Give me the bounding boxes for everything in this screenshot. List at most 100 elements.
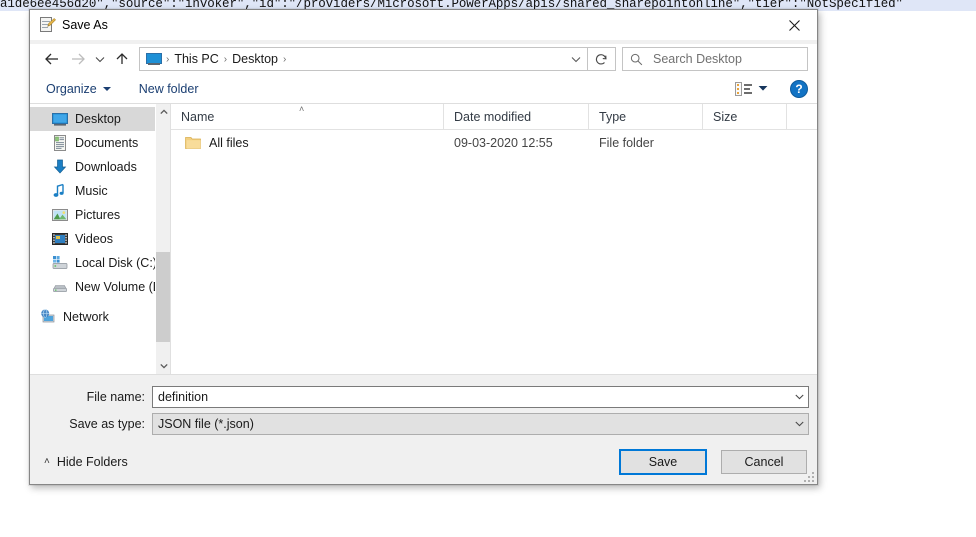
file-name-value: definition (158, 390, 209, 404)
help-icon[interactable]: ? (790, 79, 808, 98)
file-name-chevron-down-icon[interactable] (791, 387, 808, 407)
refresh-icon[interactable] (588, 47, 616, 71)
videos-icon (52, 231, 68, 247)
save-as-type-chevron-down-icon[interactable] (791, 414, 808, 434)
sidebar-item-label: Desktop (75, 112, 121, 126)
sort-ascending-icon: ˄ (299, 103, 305, 114)
sidebar-item-network[interactable]: Network (30, 305, 170, 329)
save-form: File name: definition Save as type: JSON… (30, 375, 817, 440)
column-label: Size (713, 109, 738, 124)
local-disk-icon (52, 255, 68, 271)
column-header-type[interactable]: Type (589, 103, 703, 130)
sidebar-item-videos[interactable]: Videos (30, 227, 170, 251)
navigation-bar: › This PC › Desktop › Search Desktop (30, 44, 817, 74)
search-placeholder: Search Desktop (653, 52, 742, 66)
sidebar-item-downloads[interactable]: Downloads (30, 155, 170, 179)
pictures-icon (52, 207, 68, 223)
address-bar[interactable]: › This PC › Desktop › (139, 47, 588, 71)
breadcrumb-separator: › (283, 53, 287, 65)
breadcrumb-separator: › (166, 53, 170, 65)
sidebar-item-label: Local Disk (C:) (75, 256, 157, 270)
chevron-up-icon: ˄ (44, 456, 50, 467)
cancel-label: Cancel (744, 455, 784, 469)
close-icon[interactable] (771, 10, 817, 40)
save-as-type-value: JSON file (*.json) (158, 417, 254, 431)
sidebar-scrollbar[interactable] (155, 104, 170, 374)
save-button[interactable]: Save (619, 449, 707, 475)
sidebar-item-local-disk-c[interactable]: Local Disk (C:) (30, 251, 170, 275)
view-options-button[interactable] (735, 81, 768, 96)
drive-icon (52, 279, 68, 295)
hide-folders-label: Hide Folders (56, 455, 128, 469)
file-name-input[interactable]: definition (152, 386, 809, 408)
command-bar-right: ? (735, 79, 808, 98)
sidebar-item-pictures[interactable]: Pictures (30, 203, 170, 227)
cancel-button[interactable]: Cancel (721, 450, 807, 474)
address-chevron-down-icon[interactable] (565, 48, 587, 70)
breadcrumb-desktop[interactable]: Desktop (229, 52, 281, 66)
save-as-type-label: Save as type: (69, 417, 145, 431)
forward-icon[interactable] (65, 46, 91, 72)
file-name-label: All files (209, 136, 249, 150)
sidebar-item-label: Downloads (75, 160, 137, 174)
save-as-type-row: Save as type: JSON file (*.json) (30, 413, 817, 435)
file-list-pane: Name ˄ Date modified Type Size All files… (170, 103, 817, 374)
new-folder-button[interactable]: New folder (132, 79, 206, 99)
sidebar-item-documents[interactable]: Documents (30, 131, 170, 155)
this-pc-icon (146, 51, 162, 67)
sidebar-item-label: Documents (75, 136, 139, 150)
view-chevron-down-icon[interactable] (758, 85, 768, 92)
sidebar-item-label: Music (75, 184, 108, 198)
browse-area: Desktop Documents Downloads Music Pictur… (30, 103, 817, 375)
list-view-icon (735, 81, 752, 96)
sidebar-item-label: Pictures (75, 208, 121, 222)
dialog-footer: ˄ Hide Folders Save Cancel (30, 440, 817, 484)
save-as-dialog: Save As › This PC › Desktop › Search Des… (29, 9, 818, 485)
organize-button[interactable]: Organize (39, 79, 118, 99)
navigation-pane: Desktop Documents Downloads Music Pictur… (30, 104, 170, 374)
network-icon (40, 309, 56, 325)
sidebar-item-label: Network (63, 310, 109, 324)
scroll-down-icon[interactable] (156, 358, 170, 374)
notepad-edit-icon (39, 17, 56, 33)
column-label: Date modified (454, 109, 532, 124)
documents-icon (52, 135, 68, 151)
dialog-title: Save As (62, 18, 108, 32)
save-as-type-select[interactable]: JSON file (*.json) (152, 413, 809, 435)
file-name-row: File name: definition (30, 386, 817, 408)
back-icon[interactable] (39, 46, 65, 72)
column-label: Name (181, 109, 215, 124)
sidebar-item-desktop[interactable]: Desktop (30, 107, 170, 131)
sidebar-item-music[interactable]: Music (30, 179, 170, 203)
sidebar-item-label: New Volume (D: (75, 280, 166, 294)
new-folder-label: New folder (138, 81, 199, 96)
dialog-buttons: Save Cancel (619, 449, 807, 475)
column-header-date-modified[interactable]: Date modified (444, 103, 589, 130)
cell-date-modified: 09-03-2020 12:55 (454, 136, 553, 150)
table-row[interactable]: All files 09-03-2020 12:55 File folder (171, 130, 817, 156)
scrollbar-thumb[interactable] (156, 252, 170, 342)
resize-grip[interactable] (802, 470, 814, 482)
column-label: Type (599, 109, 627, 124)
pencil-glyph (47, 18, 56, 27)
recent-locations-chevron-down-icon[interactable] (91, 46, 109, 72)
folder-icon (185, 136, 201, 150)
cell-type: File folder (599, 136, 654, 150)
column-header-size[interactable]: Size (703, 103, 787, 130)
file-name-label: File name: (86, 390, 145, 404)
downloads-icon (52, 159, 68, 175)
column-header-name[interactable]: Name ˄ (171, 103, 444, 130)
help-label: ? (795, 81, 803, 96)
search-input[interactable]: Search Desktop (622, 47, 808, 71)
command-bar: Organize New folder ? (30, 74, 817, 104)
cell-name: All files (171, 136, 444, 150)
up-icon[interactable] (109, 46, 135, 72)
scroll-up-icon[interactable] (156, 104, 170, 120)
hide-folders-button[interactable]: ˄ Hide Folders (44, 455, 128, 469)
sidebar-item-new-volume-d[interactable]: New Volume (D: (30, 275, 170, 299)
sidebar-item-label: Videos (75, 232, 113, 246)
breadcrumb-this-pc[interactable]: This PC (171, 52, 221, 66)
column-header-row: Name ˄ Date modified Type Size (171, 103, 817, 130)
chevron-down-icon (102, 86, 111, 91)
dialog-titlebar[interactable]: Save As (30, 10, 817, 40)
